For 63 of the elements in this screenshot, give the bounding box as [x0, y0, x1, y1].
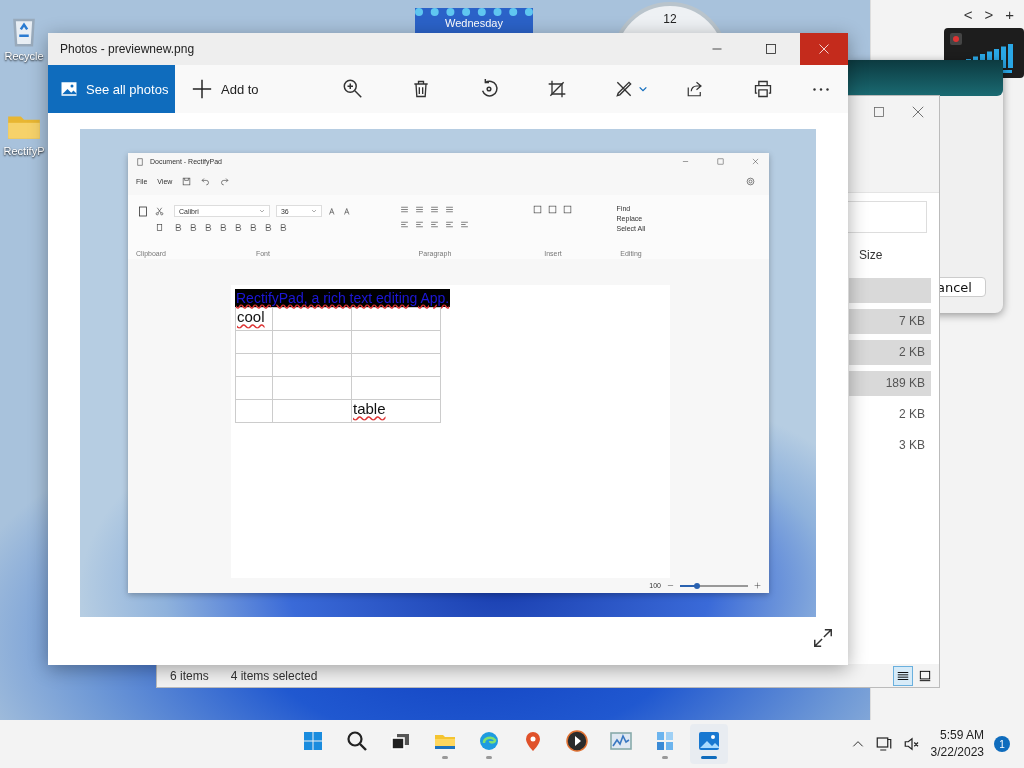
bold-icon — [173, 223, 183, 232]
document-heading: RectifyPad, a rich text editing App. — [235, 289, 451, 307]
add-to-button[interactable]: Add to — [185, 65, 265, 113]
file-size-cell[interactable]: 7 KB — [849, 309, 931, 334]
network-icon — [874, 735, 893, 753]
file-size-cell[interactable]: 2 KB — [849, 402, 931, 427]
more-icon — [812, 87, 829, 91]
share-icon — [685, 80, 704, 98]
nav-button[interactable]: + — [1005, 6, 1014, 23]
minimize-icon — [682, 158, 689, 165]
maximize-icon — [873, 106, 885, 118]
play-button-icon — [565, 729, 589, 753]
details-view-button[interactable] — [893, 665, 913, 686]
grow-font-icon — [327, 206, 337, 216]
table-cell-text: cool — [237, 308, 265, 325]
speaker-muted-icon — [902, 735, 921, 753]
chevron-down-icon — [637, 84, 648, 94]
file-size-cell[interactable]: 189 KB — [849, 371, 931, 396]
shrink-font-icon — [342, 206, 352, 216]
printer-icon — [752, 79, 773, 99]
see-all-photos-button[interactable]: See all photos — [48, 65, 175, 113]
close-icon — [818, 43, 830, 55]
window-title: Photos - previewnew.png — [59, 42, 196, 56]
column-header[interactable]: Size — [849, 243, 931, 268]
settings-icon — [746, 176, 755, 186]
file-size-cell[interactable]: 2 KB — [849, 340, 931, 365]
expand-icon — [812, 627, 834, 649]
notification-badge[interactable]: 1 — [994, 736, 1010, 752]
file-size-cell[interactable] — [849, 278, 931, 303]
item-count: 6 items — [170, 668, 209, 683]
chevron-down-icon — [310, 208, 317, 214]
paste-icon — [137, 205, 150, 217]
search-icon — [345, 729, 369, 753]
plus-icon — [754, 582, 761, 589]
zoom-slider[interactable] — [680, 584, 748, 587]
clock-date[interactable]: 3/22/2023 — [930, 744, 984, 761]
save-icon — [182, 176, 192, 186]
cut-icon — [155, 206, 165, 216]
tile-icon — [918, 668, 932, 683]
file-size-cell[interactable]: 3 KB — [849, 433, 931, 458]
picture-icon — [60, 80, 78, 98]
windows-logo-icon — [301, 729, 325, 753]
chevron-down-icon — [258, 208, 265, 214]
zoom-in-icon — [341, 78, 364, 100]
browser-icon — [477, 729, 501, 753]
maximize-icon — [717, 158, 724, 165]
photo-icon — [697, 729, 721, 753]
nav-button[interactable]: < — [963, 6, 973, 23]
maximize-icon — [765, 43, 777, 55]
selection-count: 4 items selected — [230, 668, 318, 683]
table-cell-text: table — [353, 400, 386, 417]
clock-time[interactable]: 5:59 AM — [939, 727, 984, 744]
plus-icon — [191, 78, 213, 100]
line-chart-icon — [609, 729, 633, 753]
copy-icon — [155, 223, 165, 232]
crop-icon — [546, 79, 567, 99]
pen-icon — [613, 79, 634, 99]
align-left-icon — [400, 220, 410, 229]
undo-icon — [201, 176, 211, 186]
redo-icon — [220, 176, 230, 186]
nav-button[interactable]: > — [984, 6, 994, 23]
close-icon — [911, 105, 925, 119]
close-icon — [752, 158, 759, 165]
